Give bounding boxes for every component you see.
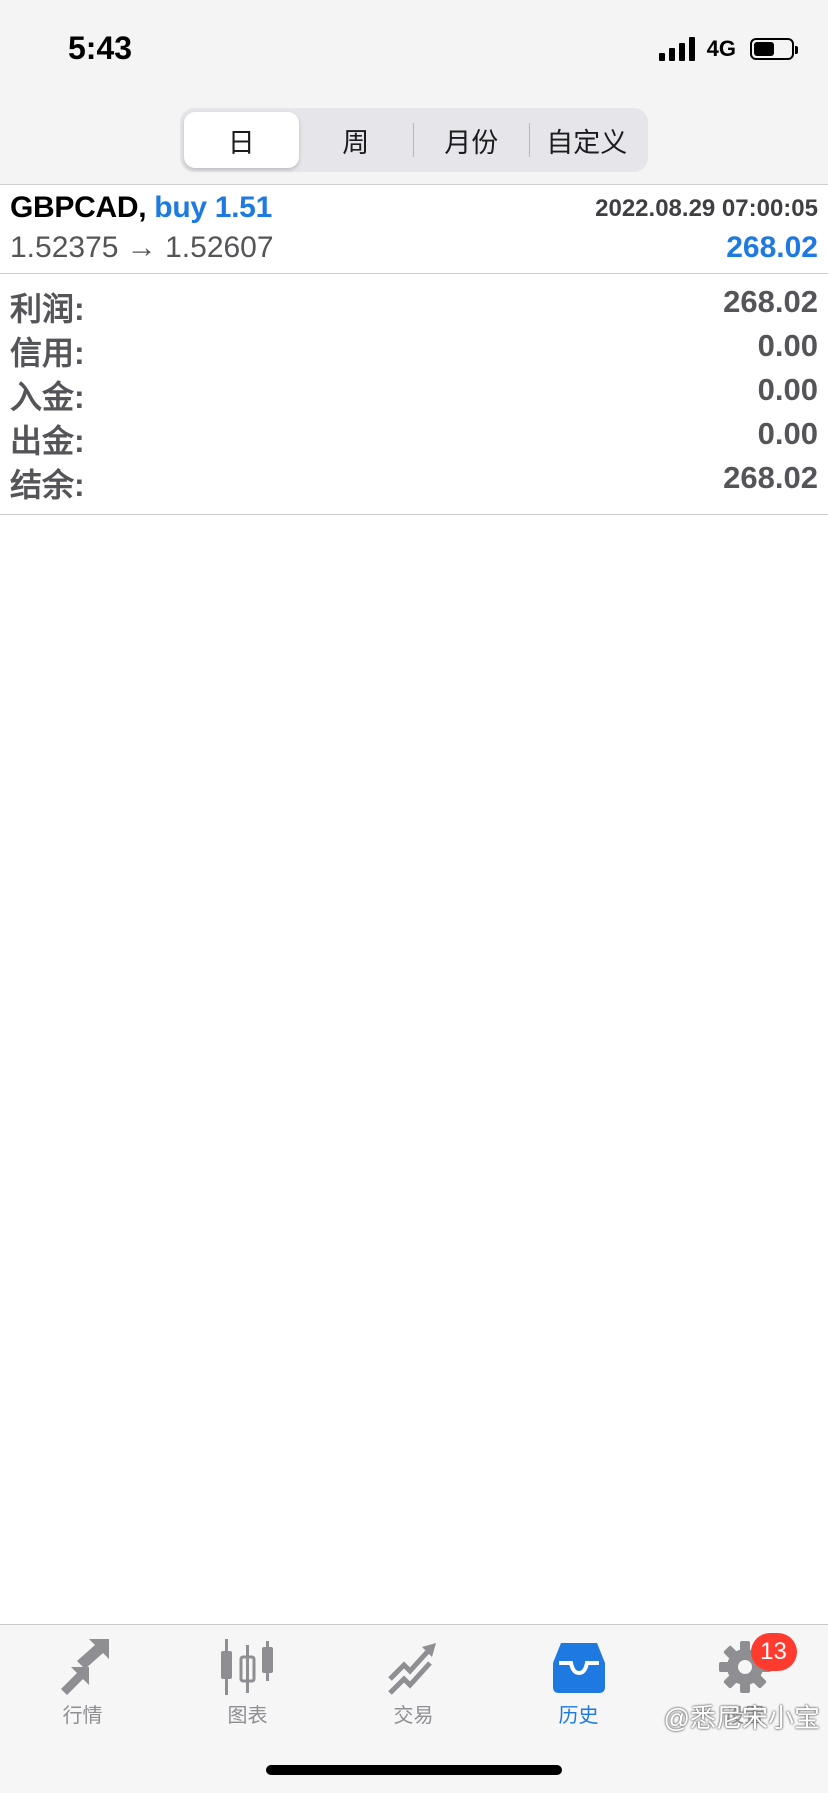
summary-value: 268.02 <box>723 460 818 495</box>
tabbar-label: 行情 <box>62 1705 103 1727</box>
summary-row-balance: 结余: 268.02 <box>0 458 828 503</box>
tabbar-charts[interactable]: 图表 <box>165 1625 330 1745</box>
tabbar-label: 历史 <box>558 1705 599 1727</box>
battery-icon <box>750 38 798 60</box>
home-indicator[interactable] <box>266 1765 562 1775</box>
status-time: 5:43 <box>68 30 133 66</box>
cellular-signal-icon <box>658 37 695 61</box>
quotes-arrows-icon <box>53 1639 113 1695</box>
battery-fill <box>754 42 774 56</box>
summary-label: 结余: <box>10 467 85 503</box>
trade-chart-icon <box>384 1639 444 1695</box>
tab-month[interactable]: 月份 <box>414 112 529 168</box>
tabbar-quotes[interactable]: 行情 <box>0 1625 165 1745</box>
gear-icon: 13 <box>715 1633 797 1695</box>
tab-day[interactable]: 日 <box>184 112 299 168</box>
trade-row[interactable]: GBPCAD, buy 1.51 2022.08.29 07:00:05 1.5… <box>0 185 828 274</box>
summary-row-profit: 利润: 268.02 <box>0 282 828 327</box>
summary-value: 0.00 <box>757 328 818 363</box>
tab-week[interactable]: 周 <box>299 112 414 168</box>
tabbar-history[interactable]: 历史 <box>496 1625 661 1745</box>
trade-side: buy 1.51 <box>154 191 272 224</box>
summary-label: 利润: <box>10 291 85 327</box>
status-indicators: 4G <box>658 36 798 62</box>
summary-label: 信用: <box>10 335 85 371</box>
summary-label: 出金: <box>10 423 85 459</box>
trade-prices: 1.52375 → 1.52607 <box>10 231 274 264</box>
summary-row-withdrawal: 出金: 0.00 <box>0 414 828 459</box>
tabbar-trade[interactable]: 交易 <box>331 1625 496 1745</box>
trade-profit: 268.02 <box>726 231 818 264</box>
trade-symbol-line: GBPCAD, buy 1.51 <box>10 191 272 225</box>
period-segmented-control: 日 周 月份 自定义 <box>180 108 648 172</box>
network-type: 4G <box>706 36 736 61</box>
candlestick-chart-icon <box>218 1639 278 1695</box>
summary-label: 入金: <box>10 379 85 415</box>
summary-value: 0.00 <box>757 416 818 451</box>
notification-badge: 13 <box>750 1633 797 1671</box>
tabbar-label: 交易 <box>393 1705 434 1727</box>
summary-row-credit: 信用: 0.00 <box>0 326 828 371</box>
history-inbox-icon <box>549 1639 609 1695</box>
tab-custom[interactable]: 自定义 <box>530 112 645 168</box>
bottom-tab-bar: 行情 图表 交易 历史 13 设置 @悉尼宋小宝 <box>0 1624 828 1793</box>
trade-datetime: 2022.08.29 07:00:05 <box>595 195 818 222</box>
summary-value: 268.02 <box>723 284 818 319</box>
watermark: @悉尼宋小宝 <box>663 1703 820 1733</box>
tabbar-label: 图表 <box>227 1705 268 1727</box>
trade-symbol: GBPCAD, <box>10 191 147 224</box>
summary-value: 0.00 <box>757 372 818 407</box>
account-summary: 利润: 268.02 信用: 0.00 入金: 0.00 出金: 0.00 结余… <box>0 274 828 515</box>
summary-row-deposit: 入金: 0.00 <box>0 370 828 415</box>
top-area: 5:43 4G 日 周 月份 自定义 <box>0 0 828 185</box>
